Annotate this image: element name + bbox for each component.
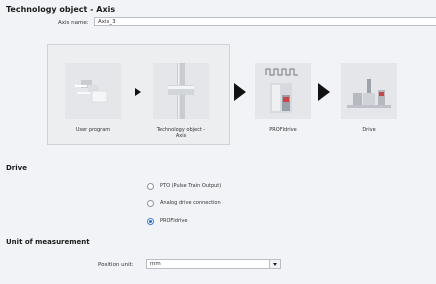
user-program-icon <box>75 80 108 103</box>
radio-profidrive[interactable] <box>147 217 154 225</box>
drive-label: Drive <box>362 127 376 133</box>
drive-heading: Drive <box>6 164 27 172</box>
axis-name-input[interactable]: Axis_3 <box>94 17 436 26</box>
arrow-3 <box>318 83 330 101</box>
radio-pto[interactable] <box>147 182 154 190</box>
position-unit-value: mm <box>150 261 161 267</box>
position-unit-select[interactable]: mm <box>146 259 281 269</box>
profidrive-icon <box>265 68 298 113</box>
radio-row-pto[interactable]: PTO (Pulse Train Output) <box>147 181 221 191</box>
radio-pto-label: PTO (Pulse Train Output) <box>160 183 222 189</box>
user-program-label: User program <box>75 127 111 133</box>
position-unit-label: Position unit: <box>98 262 134 268</box>
radio-row-analog[interactable]: Analog drive connection <box>147 198 221 208</box>
technology-object-tile <box>153 63 209 119</box>
arrow-2 <box>234 83 246 101</box>
arrow-1 <box>135 88 141 96</box>
chevron-down-icon[interactable] <box>269 260 280 268</box>
radio-row-profidrive[interactable]: PROFIdrive <box>147 216 187 226</box>
page-title: Technology object - Axis <box>6 5 116 14</box>
radio-profidrive-label: PROFIdrive <box>160 218 188 224</box>
drive-icon <box>347 79 391 108</box>
radio-analog-label: Analog drive connection <box>160 200 221 206</box>
profidrive-tile <box>255 63 311 119</box>
user-program-tile <box>65 63 121 119</box>
drive-tile <box>341 63 397 119</box>
axis-name-label: Axis name: <box>58 20 89 26</box>
profidrive-label: PROFIdrive <box>269 127 297 133</box>
technology-object-label: Technology object - Axis <box>156 127 206 139</box>
technology-object-icon <box>168 63 194 119</box>
unit-heading: Unit of measurement <box>6 238 90 246</box>
radio-analog[interactable] <box>147 199 154 207</box>
